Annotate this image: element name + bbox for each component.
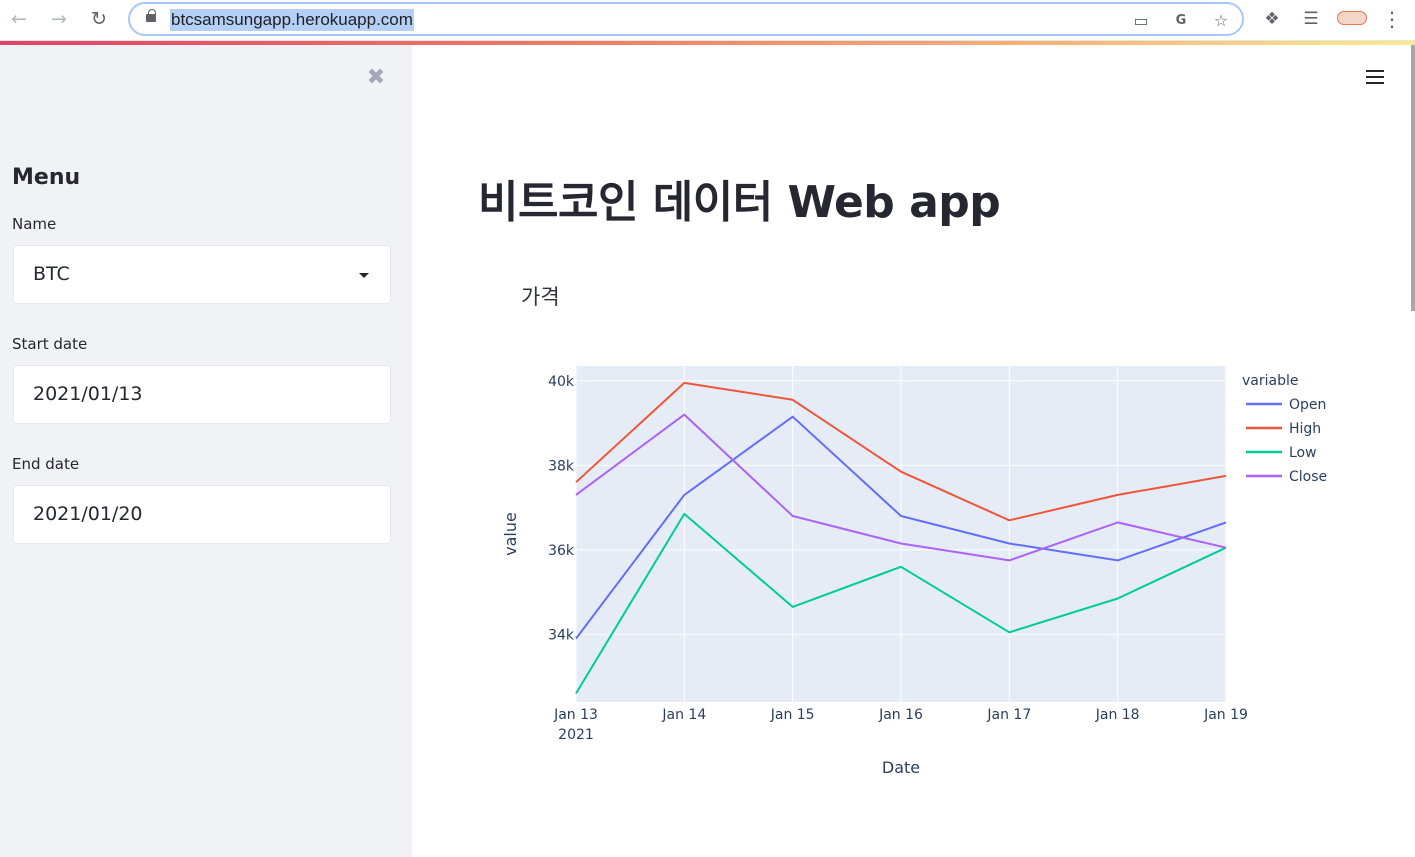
chevron-down-icon[interactable] — [359, 273, 369, 278]
sidebar: ✖ Menu Name BTC Start date 2021/01/13 En… — [0, 45, 412, 857]
x-tick-label: Jan 16 — [878, 707, 923, 723]
media-playlist-icon[interactable]: ☰ — [1298, 6, 1324, 32]
x-axis-title: Date — [882, 758, 920, 777]
start-date-input[interactable]: 2021/01/13 — [13, 365, 391, 424]
chart-section-label: 가격 — [521, 285, 560, 309]
chart-svg[interactable]: 34k 36k 38k 40k Jan 13 Jan 14 Jan 15 Jan 16 Jan … — [480, 340, 1380, 800]
legend-item: Close — [1289, 469, 1327, 485]
name-select-value: BTC — [33, 263, 70, 285]
reload-icon[interactable]: ↻ — [86, 6, 112, 32]
hamburger-menu-icon[interactable] — [1364, 66, 1386, 88]
back-arrow-icon[interactable]: ← — [6, 6, 32, 32]
y-tick-label: 36k — [548, 543, 575, 559]
y-tick-label: 34k — [548, 627, 575, 643]
browser-toolbar: ← → ↻ btcsamsungapp.herokuapp.com ▭ G ☆ … — [0, 0, 1415, 41]
end-date-input[interactable]: 2021/01/20 — [13, 485, 391, 544]
star-icon[interactable]: ☆ — [1210, 9, 1232, 31]
legend-title: variable — [1242, 373, 1298, 389]
x-tick-label: Jan 15 — [770, 707, 815, 723]
forward-arrow-icon[interactable]: → — [46, 6, 72, 32]
x-tick-label: Jan 13 — [553, 707, 598, 723]
x-tick-label: Jan 19 — [1203, 707, 1248, 723]
close-sidebar-icon[interactable]: ✖ — [364, 65, 388, 90]
scrollbar-thumb[interactable] — [1411, 45, 1415, 311]
page-title: 비트코인 데이터 Web app — [478, 177, 1001, 228]
end-date-label: End date — [12, 455, 80, 473]
translate-icon[interactable]: G — [1170, 9, 1192, 31]
lock-icon[interactable] — [146, 9, 156, 22]
puzzle-icon[interactable]: ❖ — [1259, 6, 1285, 32]
x-tick-label: Jan 14 — [661, 707, 706, 723]
y-tick-label: 38k — [548, 458, 575, 474]
legend-item: Open — [1289, 397, 1326, 413]
cast-icon[interactable]: ▭ — [1130, 9, 1152, 31]
x-tick-year-label: 2021 — [558, 727, 594, 743]
x-tick-label: Jan 18 — [1095, 707, 1140, 723]
name-select[interactable]: BTC — [13, 245, 391, 304]
legend-item: High — [1289, 421, 1321, 437]
sidebar-title: Menu — [12, 165, 81, 190]
start-date-value: 2021/01/13 — [33, 383, 143, 405]
y-tick-label: 40k — [548, 374, 575, 390]
line-chart[interactable]: 34k 36k 38k 40k Jan 13 Jan 14 Jan 15 Jan 16 Jan … — [480, 340, 1380, 800]
profile-icon[interactable] — [1337, 11, 1367, 25]
kebab-menu-icon[interactable]: ⋮ — [1379, 6, 1405, 32]
y-axis-title: value — [501, 512, 520, 556]
x-tick-label: Jan 17 — [986, 707, 1031, 723]
url-text[interactable]: btcsamsungapp.herokuapp.com — [170, 9, 414, 31]
address-bar[interactable]: btcsamsungapp.herokuapp.com ▭ G ☆ — [128, 2, 1244, 36]
legend-item: Low — [1289, 445, 1317, 461]
start-date-label: Start date — [12, 335, 88, 353]
name-label: Name — [12, 215, 57, 233]
end-date-value: 2021/01/20 — [33, 503, 143, 525]
